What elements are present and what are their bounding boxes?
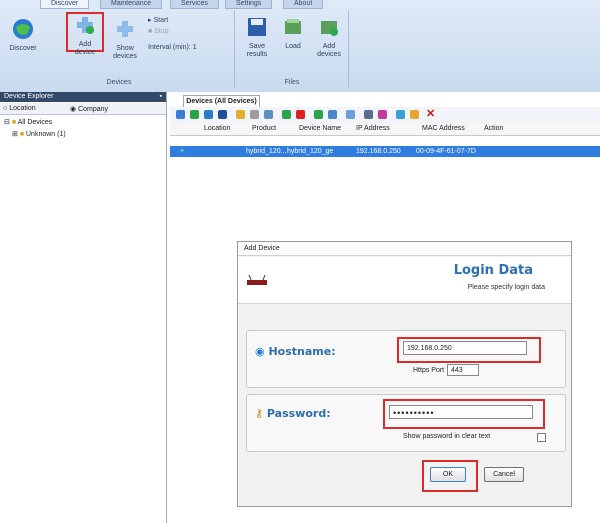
load-button[interactable]: Load <box>276 16 310 51</box>
devices-grid-header: Location Product Device Name IP Address … <box>170 123 600 136</box>
add-device-dialog: Add Device Login Data Please specify log… <box>237 241 572 507</box>
cell-product: hybrid_120... <box>246 148 287 155</box>
cell-mac-address: 00-09-4F-61-07-7D <box>416 148 476 155</box>
dialog-header: Login Data Please specify login data <box>238 257 571 304</box>
dialog-title: Add Device <box>238 242 571 256</box>
users-icon[interactable] <box>364 110 373 119</box>
col-location[interactable]: Location <box>204 125 230 132</box>
start-button[interactable]: ▸ Start <box>148 16 168 24</box>
col-device-name[interactable]: Device Name <box>299 125 341 132</box>
devices-group: Discover Add device Show devices ▸ Start… <box>4 10 235 88</box>
show-devices-icon <box>117 21 133 37</box>
load-icon <box>285 19 301 34</box>
cancel-button[interactable]: Cancel <box>484 467 524 482</box>
device-explorer-title: Device Explorer ▪ <box>0 92 166 102</box>
web-icon[interactable] <box>204 110 213 119</box>
login-data-subtitle: Please specify login data <box>467 284 545 291</box>
info-icon[interactable] <box>218 110 227 119</box>
https-port-input[interactable]: 443 <box>447 364 479 376</box>
tab-about[interactable]: About <box>283 0 324 9</box>
password-section: ⚷ Password: •••••••••• Show password in … <box>246 394 566 452</box>
discover-button[interactable]: Discover <box>6 18 40 53</box>
tab-devices-all[interactable]: Devices (All Devices) <box>183 95 260 107</box>
folder-icon: ■ <box>11 119 17 126</box>
globe-icon <box>13 19 33 39</box>
col-mac-address[interactable]: MAC Address <box>422 125 465 132</box>
tree-item-unknown[interactable]: ⊞ ■ Unknown (1) <box>12 130 66 138</box>
radio-company[interactable]: ◉ Company <box>70 105 108 113</box>
cell-ip-address: 192.168.0.250 <box>356 148 401 155</box>
config-icon[interactable] <box>250 110 259 119</box>
show-devices-button[interactable]: Show devices <box>108 18 142 61</box>
tab-services[interactable]: Services <box>170 0 219 9</box>
up-arrow-icon[interactable] <box>282 110 291 119</box>
folder-icon: ■ <box>19 131 25 138</box>
key-icon: ⚷ <box>255 407 264 420</box>
hostname-input[interactable]: 192.168.0.250 <box>403 341 527 355</box>
connect-icon[interactable] <box>190 110 199 119</box>
add-devices-label: Add devices <box>317 43 341 58</box>
add-devices-button[interactable]: Add devices <box>312 16 346 59</box>
discover-label: Discover <box>9 45 37 52</box>
sync-icon[interactable] <box>314 110 323 119</box>
tab-maintenance[interactable]: Maintenance <box>100 0 163 9</box>
hostname-label: ◉ Hostname: <box>255 345 336 358</box>
files-group-label: Files <box>284 79 300 86</box>
table-row[interactable]: + hybrid_120... hybrid_120_ge 192.168.0.… <box>170 146 600 157</box>
devices-group-label: Devices <box>106 79 132 86</box>
delete-icon[interactable]: ✕ <box>426 109 435 120</box>
stop-icon: ■ <box>148 28 153 35</box>
show-password-checkbox[interactable] <box>537 433 546 442</box>
ok-button[interactable]: OK <box>430 467 466 482</box>
expand-icon[interactable]: + <box>180 148 184 155</box>
password-input[interactable]: •••••••••• <box>389 405 533 419</box>
log-icon[interactable] <box>264 110 273 119</box>
add-device-button[interactable]: Add device <box>66 12 104 56</box>
stop-button[interactable]: ■ Stop <box>148 28 169 35</box>
view-radio-group: ○ Location ◉ Company <box>0 103 166 115</box>
tag-icon[interactable] <box>410 110 419 119</box>
col-ip-address[interactable]: IP Address <box>356 125 390 132</box>
pin-icon[interactable]: ▪ <box>160 92 162 102</box>
ribbon-tabs: Discover Maintenance Services Settings A… <box>0 0 600 9</box>
add-device-label: Add device <box>74 41 96 56</box>
hostname-section: ◉ Hostname: 192.168.0.250 Https Port 443 <box>246 330 566 388</box>
col-product[interactable]: Product <box>252 125 276 132</box>
devices-toolbar: ✕ <box>170 107 600 124</box>
radio-location[interactable]: ○ Location <box>3 105 36 112</box>
interval-field[interactable]: Interval (min): 1 <box>148 44 197 51</box>
device-icon[interactable] <box>346 110 355 119</box>
col-action[interactable]: Action <box>484 125 503 132</box>
save-results-button[interactable]: Save results <box>240 16 274 59</box>
password-label: ⚷ Password: <box>255 407 331 420</box>
grid-icon[interactable] <box>396 110 405 119</box>
tab-discover[interactable]: Discover <box>40 0 90 9</box>
files-group: Save results Load Add devices Files <box>236 10 349 88</box>
login-data-heading: Login Data <box>453 263 533 278</box>
cell-device-name: hybrid_120_ge <box>287 148 334 155</box>
router-icon <box>247 275 267 285</box>
save-icon <box>248 18 266 36</box>
start-icon: ▸ <box>148 17 152 24</box>
https-port-label: Https Port <box>413 367 445 374</box>
folder-open-icon[interactable] <box>236 110 245 119</box>
ribbon: Discover Maintenance Services Settings A… <box>0 0 600 93</box>
save-results-label: Save results <box>246 43 268 58</box>
show-devices-label: Show devices <box>113 45 137 60</box>
tab-settings[interactable]: Settings <box>225 0 273 9</box>
add-device-icon <box>77 17 94 34</box>
network-icon: ◉ <box>255 345 265 358</box>
chart-icon[interactable] <box>378 110 387 119</box>
load-label: Load <box>285 43 301 50</box>
tree-item-all-devices[interactable]: ⊟ ■ All Devices <box>4 118 52 126</box>
down-arrow-icon[interactable] <box>296 110 305 119</box>
network-icon[interactable] <box>328 110 337 119</box>
device-explorer-pane <box>0 92 167 523</box>
show-password-label: Show password in clear text <box>403 433 491 440</box>
refresh-icon[interactable] <box>176 110 185 119</box>
add-devices-icon <box>321 21 338 36</box>
